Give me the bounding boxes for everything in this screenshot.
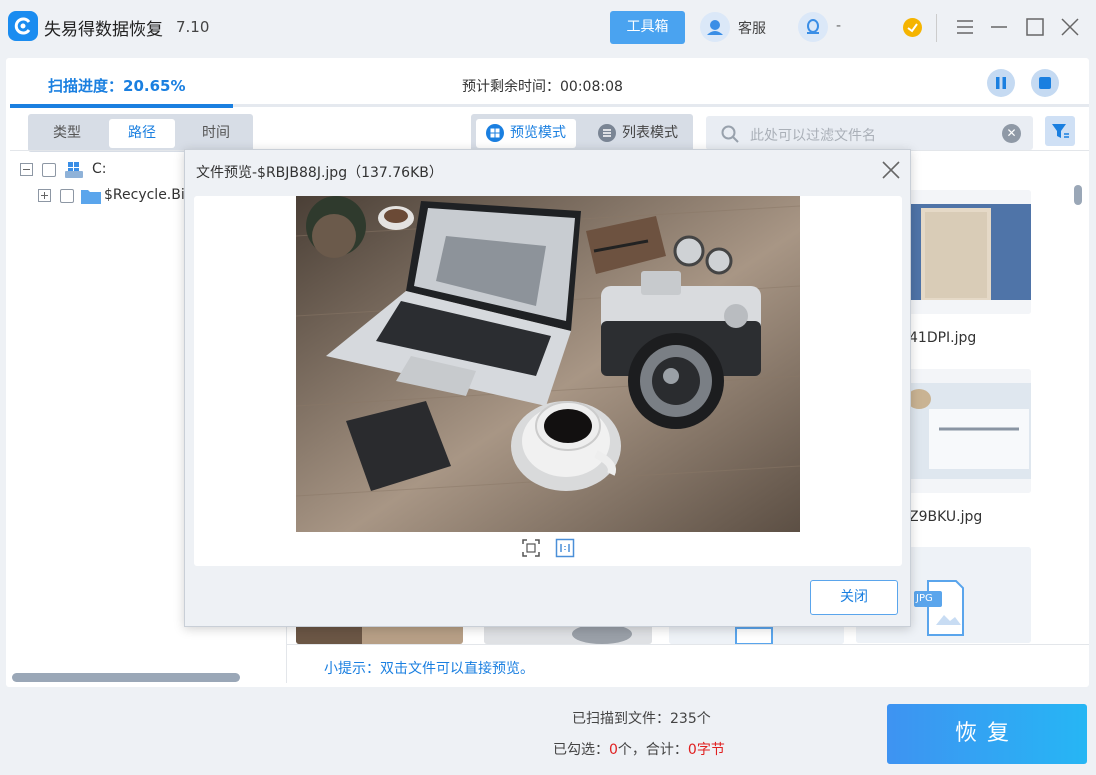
search-input[interactable]: 此处可以过滤文件名: [750, 125, 876, 145]
dialog-close-button[interactable]: 关闭: [810, 580, 898, 615]
filter-search-box[interactable]: 此处可以过滤文件名 ✕: [706, 116, 1033, 150]
tree-checkbox[interactable]: [42, 163, 56, 177]
remaining-time-label: 预计剩余时间：: [462, 79, 560, 95]
tab-list-mode[interactable]: 列表模式: [588, 119, 688, 148]
tab-path[interactable]: 路径: [109, 119, 175, 148]
filter-icon: [1052, 124, 1069, 138]
tab-time[interactable]: 时间: [183, 119, 249, 148]
customer-service-icon[interactable]: [700, 12, 730, 42]
tree-checkbox[interactable]: [60, 189, 74, 203]
list-icon: [598, 124, 616, 142]
vip-badge-icon[interactable]: [903, 18, 922, 37]
menu-icon[interactable]: [954, 16, 976, 38]
tab-preview-mode[interactable]: 预览模式: [476, 119, 576, 148]
file-preview-dialog: 文件预览-$RBJB88J.jpg（137.76KB） 关闭: [184, 149, 911, 627]
file-badge: JPG: [916, 593, 933, 604]
window-close-icon[interactable]: [1059, 16, 1081, 38]
scan-progress-bar: [10, 104, 1089, 108]
scan-progress-label: 扫描进度：20.65%: [48, 77, 186, 95]
collapse-toggle-icon[interactable]: [20, 163, 33, 176]
tab-type[interactable]: 类型: [34, 119, 100, 148]
vertical-scrollbar[interactable]: [1074, 185, 1082, 205]
clear-search-icon[interactable]: ✕: [1002, 124, 1021, 143]
preview-area: [194, 196, 902, 566]
selected-count: 0: [609, 742, 618, 758]
app-version: 7.10: [176, 18, 210, 36]
stop-button[interactable]: [1031, 69, 1059, 97]
selection-summary: 已勾选：0个，合计：0字节: [553, 739, 725, 759]
title-bar: 失易得数据恢复 7.10 工具箱 客服 -: [0, 0, 1096, 56]
app-name: 失易得数据恢复: [44, 20, 163, 40]
dialog-title: 文件预览-$RBJB88J.jpg（137.76KB）: [196, 165, 443, 181]
scan-progress-fill: [10, 104, 233, 108]
scanned-files-count: 已扫描到文件：235个: [572, 711, 711, 727]
filter-button[interactable]: [1045, 116, 1075, 146]
tree-node-label: $Recycle.Bi: [104, 187, 185, 203]
folder-icon: [81, 190, 101, 204]
display-mode-tabs: 预览模式 列表模式: [471, 114, 693, 152]
horizontal-scrollbar[interactable]: [12, 673, 240, 682]
hint-divider: [286, 644, 1089, 645]
app-logo-icon: [8, 11, 38, 41]
preview-mode-label: 预览模式: [510, 125, 566, 141]
customer-service-label[interactable]: 客服: [738, 18, 766, 38]
tree-node-recycle-bin[interactable]: $Recycle.Bi: [38, 186, 198, 206]
title-separator: [936, 14, 937, 42]
toolbox-button[interactable]: 工具箱: [610, 11, 685, 44]
selected-size: 0字节: [687, 742, 725, 758]
dialog-close-icon[interactable]: [881, 160, 901, 180]
list-mode-label: 列表模式: [622, 125, 678, 141]
preview-image: [296, 196, 800, 532]
maximize-icon[interactable]: [1024, 16, 1046, 38]
tree-node-label: C:: [92, 161, 107, 177]
remaining-time: 预计剩余时间：00:08:08: [462, 76, 623, 96]
minimize-icon[interactable]: [988, 16, 1010, 38]
file-name-label: 41DPI.jpg: [909, 330, 977, 346]
selected-prefix: 已勾选：: [553, 742, 609, 758]
hint-text: 小提示：双击文件可以直接预览。: [324, 661, 534, 677]
qq-label: -: [836, 18, 842, 34]
file-name-label: Z9BKU.jpg: [909, 509, 983, 525]
view-tabs: 类型 路径 时间: [28, 114, 253, 152]
grid-icon: [486, 124, 504, 142]
search-icon: [721, 125, 739, 143]
qq-icon[interactable]: [798, 12, 828, 42]
recover-button[interactable]: 恢复: [887, 704, 1087, 764]
expand-toggle-icon[interactable]: [38, 189, 51, 202]
windows-drive-icon: [65, 162, 83, 178]
pause-button[interactable]: [987, 69, 1015, 97]
actual-size-icon[interactable]: [555, 538, 575, 558]
fullscreen-icon[interactable]: [521, 538, 541, 558]
remaining-time-value: 00:08:08: [560, 79, 623, 95]
selected-mid: 个，合计：: [617, 742, 688, 758]
